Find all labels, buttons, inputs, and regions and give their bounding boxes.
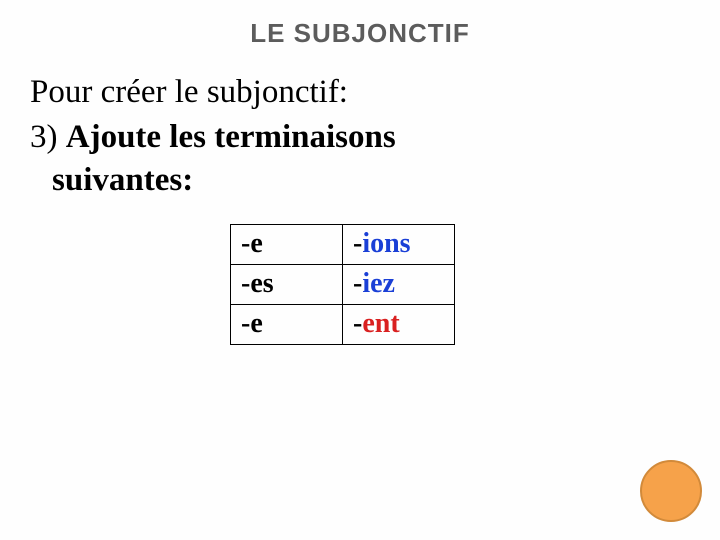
body-line-2-bold: Ajoute les terminaisons [66,119,396,155]
cell-left: -e [231,304,343,344]
cell-left: -es [231,264,343,304]
slide-title: LE SUBJONCTIF [30,18,690,49]
body-line-2: 3) Ajoute les terminaisons [30,116,690,159]
step-number: 3) [30,119,66,155]
table-row: -es -iez [231,264,455,304]
cell-left: -e [231,224,343,264]
endings-table-wrap: -e -ions -es -iez -e [230,224,690,345]
slide: LE SUBJONCTIF Pour créer le subjonctif: … [0,0,720,540]
endings-table: -e -ions -es -iez -e [230,224,455,345]
decorative-circle-icon [640,460,702,522]
table-row: -e -ent [231,304,455,344]
slide-body: Pour créer le subjonctif: 3) Ajoute les … [30,71,690,345]
body-line-3: suivantes: [52,159,690,202]
cell-right: -ent [343,304,455,344]
body-line-1: Pour créer le subjonctif: [30,71,690,114]
cell-right: -ions [343,224,455,264]
table-row: -e -ions [231,224,455,264]
cell-right: -iez [343,264,455,304]
